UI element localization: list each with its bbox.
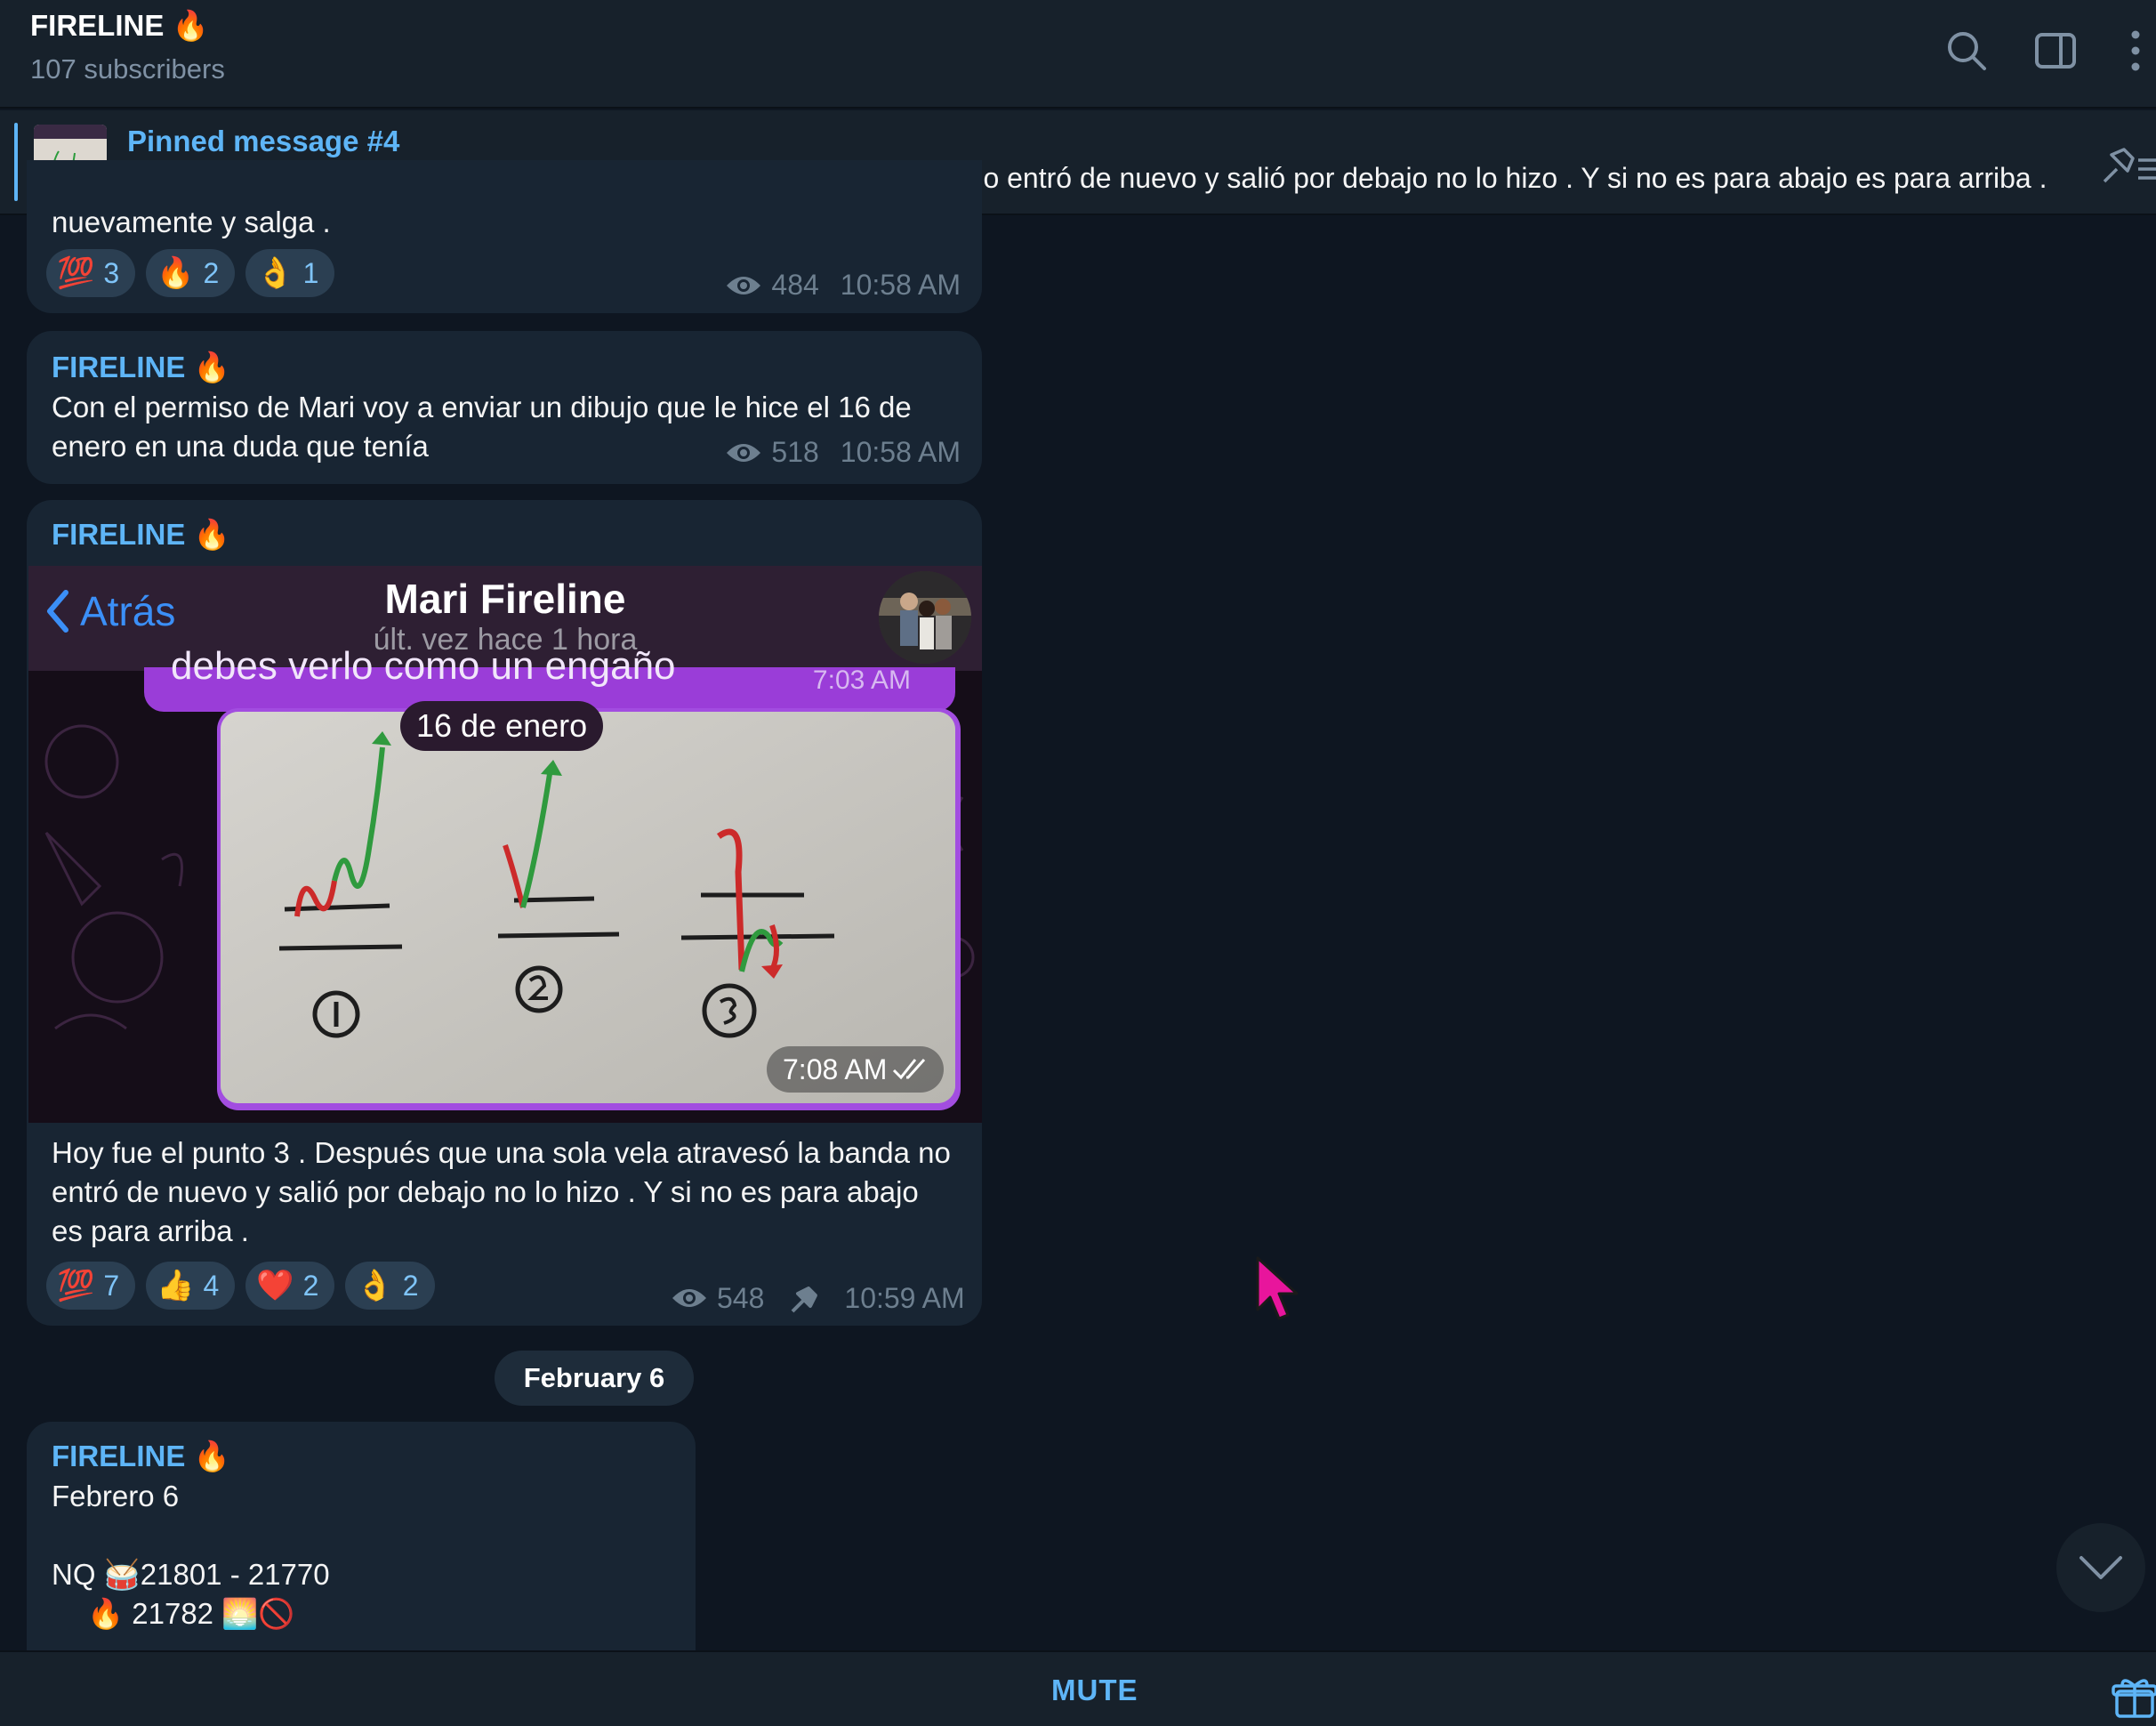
views-count: 548	[717, 1281, 765, 1314]
reaction-ok-hand[interactable]: 👌 2	[345, 1262, 435, 1310]
message-author[interactable]: FIRELINE 🔥	[52, 351, 230, 385]
reactions-row: 💯 3 🔥 2 👌 1	[46, 249, 335, 297]
pin-icon	[791, 1286, 818, 1313]
reactions-row: 💯 7 👍 4 ❤️ 2 👌 2	[46, 1262, 435, 1310]
message-author[interactable]: FIRELINE 🔥	[52, 518, 230, 552]
reaction-hundred[interactable]: 💯 3	[46, 249, 136, 297]
views-count: 484	[771, 269, 819, 301]
screenshot-contact-name: Mari Fireline	[384, 576, 626, 622]
subscriber-count: 107 subscribers	[30, 53, 225, 85]
mute-button[interactable]: MUTE	[1051, 1674, 1138, 1707]
message-time: 10:59 AM	[844, 1281, 965, 1314]
views-eye-icon	[727, 443, 761, 462]
pinned-list-icon[interactable]	[2099, 142, 2156, 192]
message-time: 10:58 AM	[840, 269, 961, 301]
pinned-title: Pinned message #4	[127, 125, 400, 157]
search-icon[interactable]	[1943, 27, 1991, 75]
date-separator: February 6	[495, 1351, 694, 1406]
message-text: Hoy fue el punto 3 . Después que una sol…	[52, 1136, 951, 1247]
double-check-icon	[893, 1058, 926, 1080]
screenshot-photo-time: 7:08 AM	[767, 1046, 945, 1093]
reaction-hundred[interactable]: 💯 7	[46, 1262, 136, 1310]
more-vertical-icon[interactable]	[2112, 27, 2156, 75]
message-meta: 484 10:58 AM	[725, 269, 961, 302]
views-count: 518	[771, 436, 819, 468]
screenshot-avatar	[879, 571, 971, 664]
message-bubble[interactable]: FIRELINE 🔥 Con el permiso de Mari voy a …	[27, 331, 982, 484]
message-text: nuevamente y salga .	[52, 206, 331, 238]
chat-header: FIRELINE 🔥 107 subscribers	[0, 0, 2156, 109]
views-eye-icon	[672, 1289, 706, 1307]
scroll-to-bottom-button[interactable]	[2056, 1523, 2145, 1612]
message-meta: 518 10:58 AM	[725, 436, 961, 469]
views-eye-icon	[727, 276, 761, 294]
message-text: Febrero 6 NQ 🥁21801 - 21770 🔥 21782 🌅🚫	[52, 1480, 330, 1630]
channel-title[interactable]: FIRELINE 🔥	[30, 9, 209, 44]
pinned-indicator	[14, 123, 18, 201]
message-author[interactable]: FIRELINE 🔥	[52, 1440, 230, 1474]
bottom-bar: MUTE	[0, 1650, 2156, 1726]
message-meta: 548 10:59 AM	[671, 1281, 965, 1315]
embedded-screenshot[interactable]: Atrás Mari Fireline últ. vez hace 1 hora…	[28, 566, 982, 1123]
reaction-thumbs-up[interactable]: 👍 4	[146, 1262, 236, 1310]
reaction-ok-hand[interactable]: 👌 1	[245, 249, 335, 297]
screenshot-date-badge: 16 de enero	[400, 701, 604, 751]
reaction-fire[interactable]: 🔥 2	[146, 249, 236, 297]
sidebar-toggle-icon[interactable]	[2031, 27, 2080, 75]
message-bubble[interactable]: FIRELINE 🔥 Febrero 6 NQ 🥁21801 - 21770 🔥…	[27, 1422, 696, 1671]
gift-icon[interactable]	[2112, 1675, 2156, 1720]
mouse-cursor-icon	[1256, 1256, 1299, 1320]
message-time: 10:58 AM	[840, 436, 961, 468]
hand-drawn-chart-photo	[221, 712, 955, 1103]
reaction-heart[interactable]: ❤️ 2	[245, 1262, 335, 1310]
chevron-down-icon	[2080, 1556, 2122, 1579]
message-bubble[interactable]: nuevamente y salga . 💯 3 🔥 2 👌 1 484 10:58 …	[27, 160, 982, 313]
